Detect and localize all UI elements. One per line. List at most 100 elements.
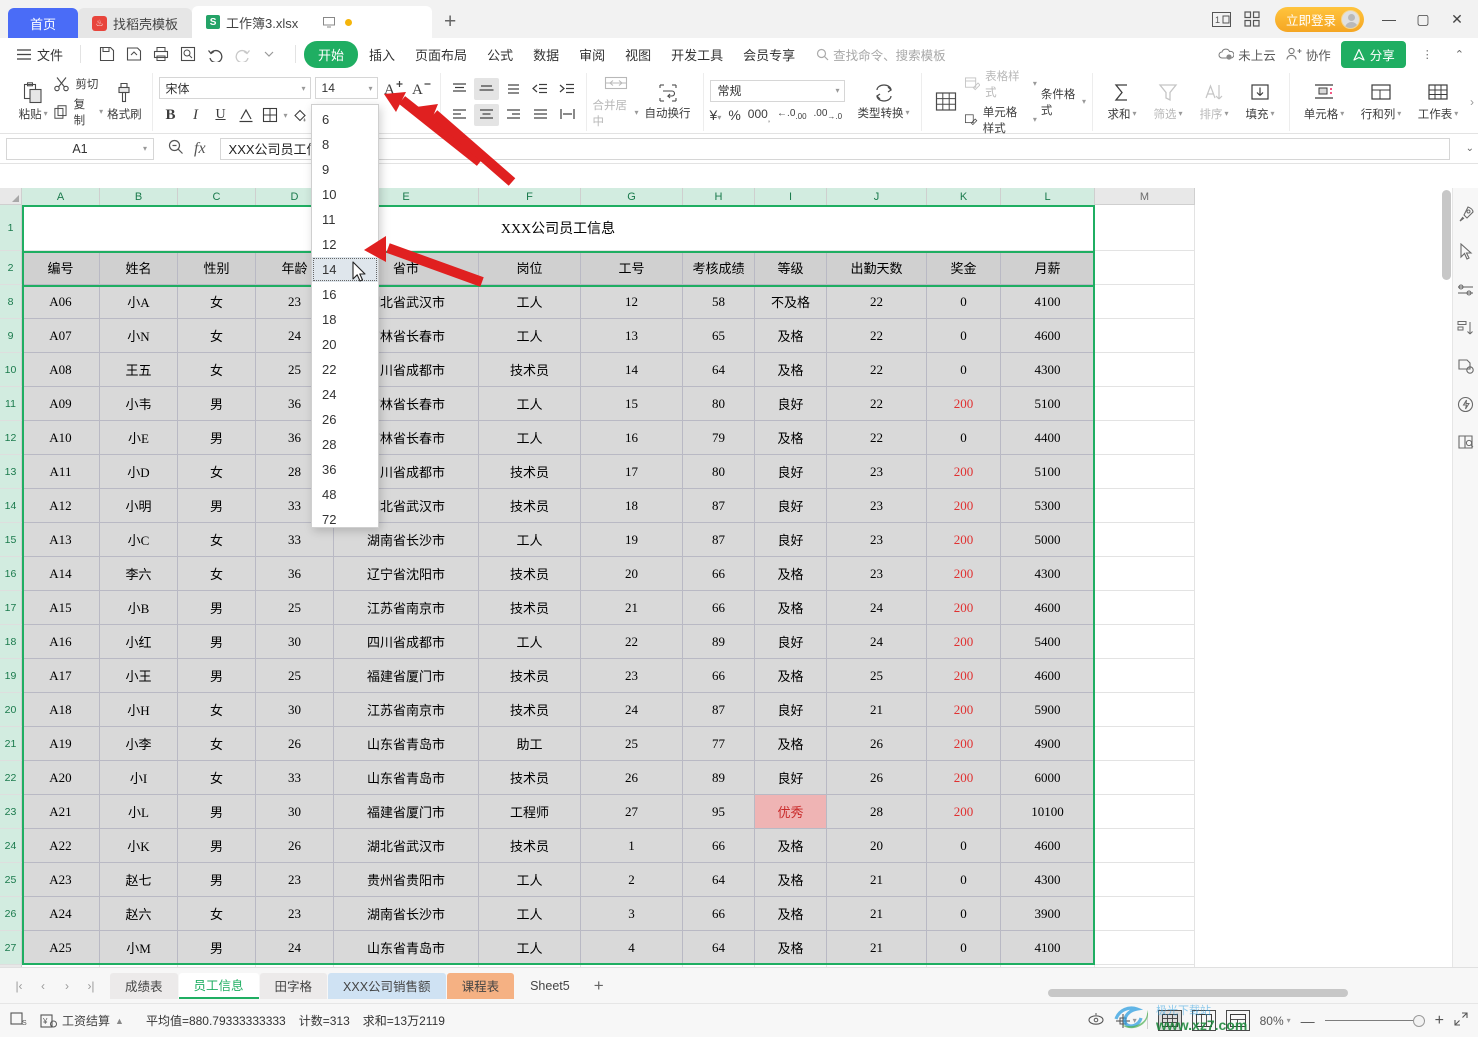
cell-r21-cA[interactable]: A19 (22, 727, 100, 761)
cell-r21-cL[interactable]: 4900 (1001, 727, 1095, 761)
cell-r12-cI[interactable]: 及格 (755, 421, 827, 455)
cell-r12-cJ[interactable]: 22 (827, 421, 927, 455)
cell-style-button[interactable]: 单元格样式 ▾ (965, 104, 1037, 136)
cell-r23-cI[interactable]: 优秀 (755, 795, 827, 829)
cell-r26-cJ[interactable]: 21 (827, 897, 927, 931)
cell-r18-cC[interactable]: 男 (178, 625, 256, 659)
print-icon[interactable] (149, 42, 173, 66)
sum-button[interactable]: 求和 ▾ (1099, 74, 1145, 130)
lightning-icon[interactable] (1456, 394, 1476, 414)
minimize-button[interactable]: — (1374, 5, 1404, 33)
cell-r26-cA[interactable]: A24 (22, 897, 100, 931)
cell-r13-cC[interactable]: 女 (178, 455, 256, 489)
new-tab-button[interactable]: + (432, 8, 468, 38)
zoom-slider[interactable] (1324, 1014, 1425, 1027)
column-header-C[interactable]: C (178, 188, 256, 205)
cell-r16-cK[interactable]: 200 (927, 557, 1001, 591)
formula-input[interactable]: XXX公司员工信息 (219, 137, 1450, 160)
print-preview-icon[interactable] (176, 42, 200, 66)
cell-r14-cL[interactable]: 5300 (1001, 489, 1095, 523)
grid-cell-M8[interactable] (1095, 285, 1195, 319)
cell-r18-cJ[interactable]: 24 (827, 625, 927, 659)
cell-r25-cA[interactable]: A23 (22, 863, 100, 897)
font-size-option-14[interactable]: 14 (312, 257, 378, 282)
row-header-10[interactable]: 10 (0, 353, 22, 387)
monitor-icon[interactable] (322, 15, 336, 29)
app-grid-icon[interactable] (1239, 6, 1265, 32)
type-convert-button[interactable]: 类型转换 ▾ (853, 74, 915, 130)
grid-cell-M27[interactable] (1095, 931, 1195, 965)
add-sheet-button[interactable]: + (586, 973, 612, 999)
cell-r21-cJ[interactable]: 26 (827, 727, 927, 761)
header-cell-月薪[interactable]: 月薪 (1001, 251, 1095, 285)
grid-cell-M25[interactable] (1095, 863, 1195, 897)
column-header-L[interactable]: L (1001, 188, 1095, 205)
cell-r24-cL[interactable]: 4600 (1001, 829, 1095, 863)
table-row[interactable]: XXX公司员工信息 (22, 205, 1460, 251)
cell-r16-cH[interactable]: 66 (683, 557, 755, 591)
cell-r23-cA[interactable]: A21 (22, 795, 100, 829)
grid-cell-M1[interactable] (1095, 205, 1195, 251)
font-size-option-24[interactable]: 24 (312, 382, 378, 407)
font-size-select[interactable]: 14 ▾ (314, 77, 378, 99)
row-header-25[interactable]: 25 (0, 863, 22, 897)
cell-r27-cL[interactable]: 4100 (1001, 931, 1095, 965)
cell-r9-cI[interactable]: 及格 (755, 319, 827, 353)
cell-r8-cL[interactable]: 4100 (1001, 285, 1095, 319)
cell-r8-cA[interactable]: A06 (22, 285, 100, 319)
cell-r27-cA[interactable]: A25 (22, 931, 100, 965)
cell-r22-cB[interactable]: 小I (100, 761, 178, 795)
decrease-indent-button[interactable] (528, 78, 553, 100)
cell-r18-cG[interactable]: 22 (581, 625, 683, 659)
cell-r14-cJ[interactable]: 23 (827, 489, 927, 523)
cell-r23-cK[interactable]: 200 (927, 795, 1001, 829)
table-row[interactable]: A06 小A 女 23 湖北省武汉市 工人 12 58 不及格 22 0 4100 (22, 285, 1460, 319)
cell-r27-cG[interactable]: 4 (581, 931, 683, 965)
cell-r15-cI[interactable]: 良好 (755, 523, 827, 557)
row-header-15[interactable]: 15 (0, 523, 22, 557)
cell-r23-cF[interactable]: 工程师 (479, 795, 581, 829)
table-row[interactable]: A15 小B 男 25 江苏省南京市 技术员 21 66 及格 24 200 4600 (22, 591, 1460, 625)
cell-r15-cF[interactable]: 工人 (479, 523, 581, 557)
cut-button[interactable]: 剪切 (54, 76, 103, 92)
font-size-option-28[interactable]: 28 (312, 432, 378, 457)
row-header-11[interactable]: 11 (0, 387, 22, 421)
filter-button[interactable]: 筛选 ▾ (1145, 74, 1191, 130)
header-cell-性别[interactable]: 性别 (178, 251, 256, 285)
cell-r8-cB[interactable]: 小A (100, 285, 178, 319)
cell-r8-cC[interactable]: 女 (178, 285, 256, 319)
cell-r24-cB[interactable]: 小K (100, 829, 178, 863)
cell-r14-cH[interactable]: 87 (683, 489, 755, 523)
cell-r14-cF[interactable]: 技术员 (479, 489, 581, 523)
font-size-option-20[interactable]: 20 (312, 332, 378, 357)
row-header-20[interactable]: 20 (0, 693, 22, 727)
increase-font-size-button[interactable]: A (382, 77, 406, 99)
cell-r26-cF[interactable]: 工人 (479, 897, 581, 931)
cell-r11-cA[interactable]: A09 (22, 387, 100, 421)
font-size-option-10[interactable]: 10 (312, 182, 378, 207)
row-header-13[interactable]: 13 (0, 455, 22, 489)
sheet-nav-next-icon[interactable]: › (56, 975, 78, 997)
cell-r16-cF[interactable]: 技术员 (479, 557, 581, 591)
cell-r11-cJ[interactable]: 22 (827, 387, 927, 421)
cell-r20-cF[interactable]: 技术员 (479, 693, 581, 727)
sheet-tab-tianzige[interactable]: 田字格 (259, 972, 328, 999)
cell-r16-cB[interactable]: 李六 (100, 557, 178, 591)
cell-r14-cI[interactable]: 良好 (755, 489, 827, 523)
cell-r22-cJ[interactable]: 26 (827, 761, 927, 795)
cell-r25-cG[interactable]: 2 (581, 863, 683, 897)
font-size-option-36[interactable]: 36 (312, 457, 378, 482)
cell-r23-cC[interactable]: 男 (178, 795, 256, 829)
align-bottom-button[interactable] (501, 78, 526, 100)
table-row[interactable]: A21 小L 男 30 福建省厦门市 工程师 27 95 优秀 28 200 10100 (22, 795, 1460, 829)
format-painter-button[interactable]: 格式刷 (103, 74, 145, 130)
cell-r21-cI[interactable]: 及格 (755, 727, 827, 761)
cell-r10-cC[interactable]: 女 (178, 353, 256, 387)
cell-r24-cA[interactable]: A22 (22, 829, 100, 863)
grid-cell-M23[interactable] (1095, 795, 1195, 829)
cell-r9-cA[interactable]: A07 (22, 319, 100, 353)
menu-tab-page-layout[interactable]: 页面布局 (406, 41, 476, 68)
cell-r20-cB[interactable]: 小H (100, 693, 178, 727)
zoom-slider-knob[interactable] (1412, 1014, 1425, 1027)
cell-r26-cI[interactable]: 及格 (755, 897, 827, 931)
